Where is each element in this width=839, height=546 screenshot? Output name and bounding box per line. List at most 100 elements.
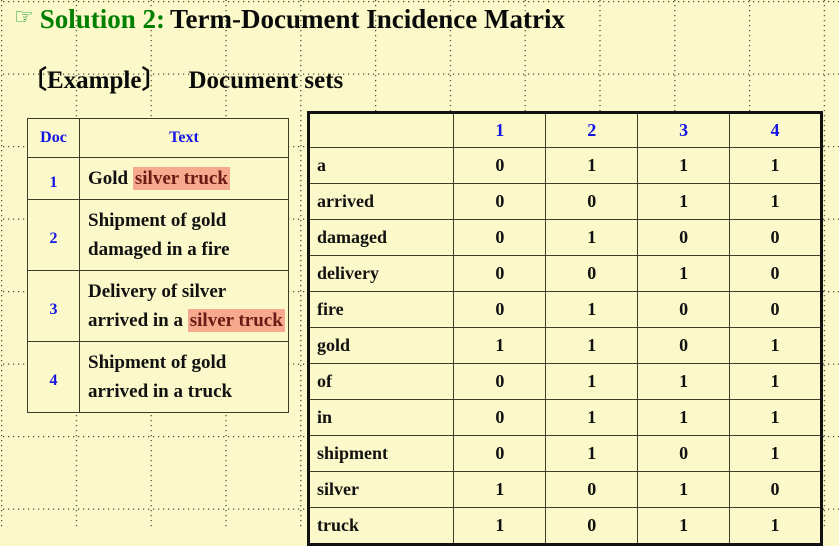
matrix-value-cell: 0 xyxy=(453,219,547,256)
doc-table-header-doc: Doc xyxy=(27,118,80,158)
matrix-doc-column-header: 1 xyxy=(453,112,547,148)
matrix-row: a0111 xyxy=(307,147,822,184)
doc-table-body: 1 Gold silver truck 2 Shipment of gold dama… xyxy=(27,157,289,413)
matrix-row: of 0 1 1 1 xyxy=(307,363,822,400)
matrix-value-cell: 1 xyxy=(453,327,547,364)
doc-text-cell: Gold silver truck xyxy=(79,157,289,200)
doc-table-row: 1 Gold silver truck xyxy=(27,157,289,200)
matrix-body: a 0 1 1 1 arrived 0 0 1 1 damaged 0 1 0 0 delivery 0 0 1 0 f… xyxy=(307,147,822,545)
matrix-row: in 0 1 1 1 xyxy=(307,399,822,436)
matrix-row: truck 1 0 1 1 xyxy=(307,507,822,545)
doc-text-cell: Shipment of gold damaged in a fire xyxy=(79,199,289,271)
matrix-row: gold 1 1 0 1 xyxy=(307,327,822,364)
matrix-value-cell: 0 xyxy=(729,255,822,292)
doc-number-cell: 2 xyxy=(27,199,80,271)
matrix-doc-column-header: 3 xyxy=(637,112,731,148)
matrix-value-cell: 1 xyxy=(545,327,639,364)
matrix-value-cell: 0 xyxy=(453,435,547,472)
incidence-matrix-table: 1234 a 0 1 1 1 arrived 0 0 1 1 damaged 0 1 0 0 delivery… xyxy=(307,111,823,546)
doc-number-cell: 4 xyxy=(27,341,80,413)
doc-text-segment: Gold xyxy=(88,168,133,189)
matrix-row: shipment 0 1 0 1 xyxy=(307,435,822,472)
matrix-value-cell: 0 xyxy=(545,183,639,220)
matrix-value-cell: 1 xyxy=(545,363,639,400)
doc-number-cell: 1 xyxy=(27,157,80,200)
matrix-value-cell: 0 xyxy=(453,399,547,436)
matrix-term-cell: in xyxy=(307,399,455,436)
matrix-doc-column-header: 4 xyxy=(729,112,822,148)
matrix-value-cell: 0 xyxy=(729,471,822,508)
doc-number-cell: 3 xyxy=(27,270,80,342)
matrix-value-cell: 0 xyxy=(453,255,547,292)
highlighted-term: silver truck xyxy=(132,167,230,190)
matrix-value-cell: 1 xyxy=(729,363,822,400)
matrix-value-cell: 0 xyxy=(545,471,639,508)
matrix-header-row: 1234 xyxy=(307,112,822,148)
doc-table-row: 4 Shipment of gold arrived in a truck xyxy=(27,341,289,413)
matrix-value-cell: 1 xyxy=(545,147,639,184)
pointing-hand-icon: ☞ xyxy=(14,5,34,30)
matrix-term-cell: silver xyxy=(307,471,455,508)
matrix-term-cell: a xyxy=(307,147,455,184)
doc-table-row: 3 Delivery of silver arrived in a silver … xyxy=(27,270,289,342)
matrix-corner-cell xyxy=(307,112,455,148)
matrix-term-cell: arrived xyxy=(307,183,455,220)
matrix-term-cell: damaged xyxy=(307,219,455,256)
matrix-value-cell: 1 xyxy=(729,399,822,436)
matrix-value-cell: 1 xyxy=(729,327,822,364)
matrix-row: fire 0 1 0 0 xyxy=(307,291,822,328)
matrix-value-cell: 0 xyxy=(453,363,547,400)
matrix-value-cell: 1 xyxy=(729,183,822,220)
matrix-value-cell: 1 xyxy=(545,435,639,472)
subtitle: 〔Example〕 Document sets xyxy=(22,60,343,96)
matrix-value-cell: 1 xyxy=(637,471,731,508)
matrix-term-cell: gold xyxy=(307,327,455,364)
doc-text-cell: Shipment of gold arrived in a truck xyxy=(79,341,289,413)
subtitle-example-bracket: 〔Example〕 xyxy=(22,67,167,94)
matrix-value-cell: 0 xyxy=(545,507,639,545)
matrix-term-cell: delivery xyxy=(307,255,455,292)
doc-text-cell: Delivery of silver arrived in a silver t… xyxy=(79,270,289,342)
matrix-value-cell: 0 xyxy=(637,435,731,472)
matrix-row: arrived 0 0 1 1 xyxy=(307,183,822,220)
matrix-value-cell: 1 xyxy=(637,507,731,545)
matrix-value-cell: 1 xyxy=(637,363,731,400)
matrix-value-cell: 0 xyxy=(453,291,547,328)
matrix-value-cell: 0 xyxy=(545,255,639,292)
doc-table-header-text: Text xyxy=(79,118,289,158)
matrix-term-cell: truck xyxy=(307,507,455,545)
matrix-value-cell: 1 xyxy=(729,147,822,184)
title-black-part: Term-Document Incidence Matrix xyxy=(170,4,565,34)
matrix-row: delivery 0 0 1 0 xyxy=(307,255,822,292)
matrix-value-cell: 0 xyxy=(453,147,547,184)
matrix-value-cell: 1 xyxy=(637,255,731,292)
matrix-value-cell: 1 xyxy=(637,183,731,220)
doc-text-segment: Shipment of gold arrived in a truck xyxy=(88,352,233,402)
matrix-value-cell: 0 xyxy=(637,291,731,328)
matrix-value-cell: 1 xyxy=(637,399,731,436)
matrix-term-cell: of xyxy=(307,363,455,400)
matrix-value-cell: 0 xyxy=(729,219,822,256)
matrix-value-cell: 0 xyxy=(729,291,822,328)
matrix-value-cell: 1 xyxy=(545,291,639,328)
matrix-value-cell: 1 xyxy=(453,471,547,508)
doc-text-segment: Shipment of gold damaged in a fire xyxy=(88,210,230,260)
page-title: ☞ Solution 2: Term-Document Incidence Matr… xyxy=(14,4,565,35)
matrix-value-cell: 0 xyxy=(637,327,731,364)
doc-table-header-row: Doc Text xyxy=(27,118,289,158)
matrix-value-cell: 0 xyxy=(637,219,731,256)
matrix-term-cell: shipment xyxy=(307,435,455,472)
matrix-value-cell: 1 xyxy=(729,507,822,545)
matrix-doc-column-header: 2 xyxy=(545,112,639,148)
title-green-part: Solution 2: xyxy=(39,4,166,34)
matrix-value-cell: 1 xyxy=(545,399,639,436)
matrix-value-cell: 1 xyxy=(729,435,822,472)
matrix-row: silver 1 0 1 0 xyxy=(307,471,822,508)
subtitle-text: Document sets xyxy=(188,67,344,94)
matrix-row: damaged 0 1 0 0 xyxy=(307,219,822,256)
document-sets-table: Doc Text 1 Gold silver truck 2 Shipment of … xyxy=(27,118,289,413)
matrix-term-cell: fire xyxy=(307,291,455,328)
matrix-value-cell: 1 xyxy=(453,507,547,545)
highlighted-term: silver truck xyxy=(187,309,285,332)
matrix-value-cell: 0 xyxy=(453,183,547,220)
